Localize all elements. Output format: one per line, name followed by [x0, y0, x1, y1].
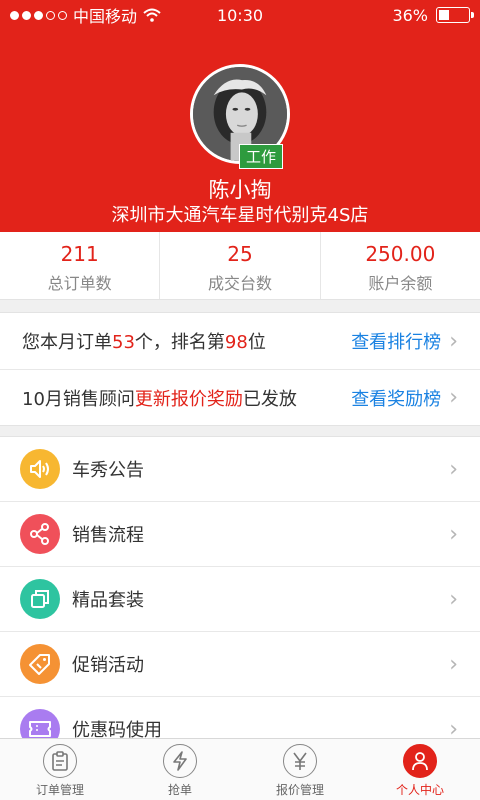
view-ranking-link[interactable]: 查看排行榜 ›: [351, 328, 458, 354]
tab-label: 个人中心: [395, 783, 444, 797]
stat-balance[interactable]: 250.00 账户余额: [321, 232, 480, 299]
rank-number: 98: [224, 332, 248, 353]
chevron-right-icon: ›: [449, 328, 458, 354]
notice-group: 您本月订单53个，排名第98位 查看排行榜 › 10月销售顾问更新报价奖励已发放…: [0, 312, 480, 426]
menu-label: 促销活动: [72, 655, 144, 676]
feature-menu: 车秀公告 › 销售流程 › 精品套装 › 促销活动 › 优惠码使用 ›: [0, 436, 480, 762]
person-icon: [403, 744, 437, 778]
stat-total-orders[interactable]: 211 总订单数: [0, 232, 161, 299]
tab-grab-order[interactable]: 抢单: [120, 739, 240, 800]
role-badge: 工作: [239, 144, 284, 169]
battery-percent: 36%: [392, 5, 428, 25]
tab-label: 订单管理: [35, 783, 84, 797]
ranking-middle: 个，排名第: [134, 332, 225, 353]
tab-profile[interactable]: 个人中心: [360, 739, 480, 800]
view-rewards-label: 查看奖励榜: [351, 388, 442, 410]
tab-orders[interactable]: 订单管理: [0, 739, 120, 800]
tab-label: 抢单: [167, 783, 192, 797]
store-name: 深圳市大通汽车星时代别克4S店: [111, 205, 369, 226]
ranking-prefix: 您本月订单: [22, 332, 112, 353]
chevron-right-icon: ›: [449, 651, 458, 677]
profile-header: 中国移动 10:30 36% 工作 陈小掏 深圳市大通汽车星时代别克4S店: [0, 0, 480, 232]
reward-suffix: 已发放: [242, 388, 297, 410]
menu-label: 车秀公告: [72, 460, 144, 481]
clock: 10:30: [216, 5, 264, 25]
stats-row: 211 总订单数 25 成交台数 250.00 账户余额: [0, 232, 480, 300]
carrier-label: 中国移动: [73, 7, 138, 26]
user-name: 陈小掏: [208, 178, 272, 202]
tag-icon: [20, 644, 60, 684]
chevron-right-icon: ›: [449, 521, 458, 547]
view-ranking-label: 查看排行榜: [351, 332, 442, 353]
stat-label: 成交台数: [207, 274, 272, 293]
stat-value: 250.00: [365, 242, 436, 266]
bottom-tab-bar: 订单管理 抢单 报价管理 个人中心: [0, 738, 480, 800]
yen-icon: [283, 744, 317, 778]
battery-icon: [436, 7, 474, 23]
menu-label: 销售流程: [72, 525, 144, 546]
share-icon: [20, 514, 60, 554]
stat-label: 总订单数: [47, 274, 112, 293]
status-bar: 中国移动 10:30 36%: [0, 0, 480, 30]
tab-quotes[interactable]: 报价管理: [240, 739, 360, 800]
signal-icon: [10, 10, 67, 20]
chevron-right-icon: ›: [449, 385, 458, 410]
reward-highlight: 更新报价奖励: [134, 388, 243, 410]
wifi-icon: [143, 8, 161, 22]
stat-value: 211: [60, 242, 99, 266]
stat-label: 账户余额: [368, 274, 433, 293]
chevron-right-icon: ›: [449, 456, 458, 482]
ranking-suffix: 位: [247, 332, 266, 353]
lightning-icon: [163, 744, 197, 778]
speaker-icon: [20, 449, 60, 489]
stat-value: 25: [227, 242, 253, 266]
menu-item-promotions[interactable]: 促销活动 ›: [0, 632, 480, 697]
avatar-container[interactable]: 工作: [190, 64, 290, 169]
tab-label: 报价管理: [275, 783, 324, 797]
order-count: 53: [112, 332, 135, 353]
menu-item-announcements[interactable]: 车秀公告 ›: [0, 437, 480, 502]
menu-item-accessory-packages[interactable]: 精品套装 ›: [0, 567, 480, 632]
clipboard-icon: [43, 744, 77, 778]
reward-prefix: 10月销售顾问: [22, 388, 135, 410]
menu-label: 精品套装: [72, 590, 144, 611]
menu-item-sales-process[interactable]: 销售流程 ›: [0, 502, 480, 567]
chevron-right-icon: ›: [449, 586, 458, 612]
stat-deals[interactable]: 25 成交台数: [160, 232, 321, 299]
view-rewards-link[interactable]: 查看奖励榜 ›: [351, 385, 458, 411]
copy-icon: [20, 579, 60, 619]
reward-notice: 10月销售顾问更新报价奖励已发放 查看奖励榜 ›: [0, 369, 480, 425]
ranking-notice: 您本月订单53个，排名第98位 查看排行榜 ›: [0, 313, 480, 369]
